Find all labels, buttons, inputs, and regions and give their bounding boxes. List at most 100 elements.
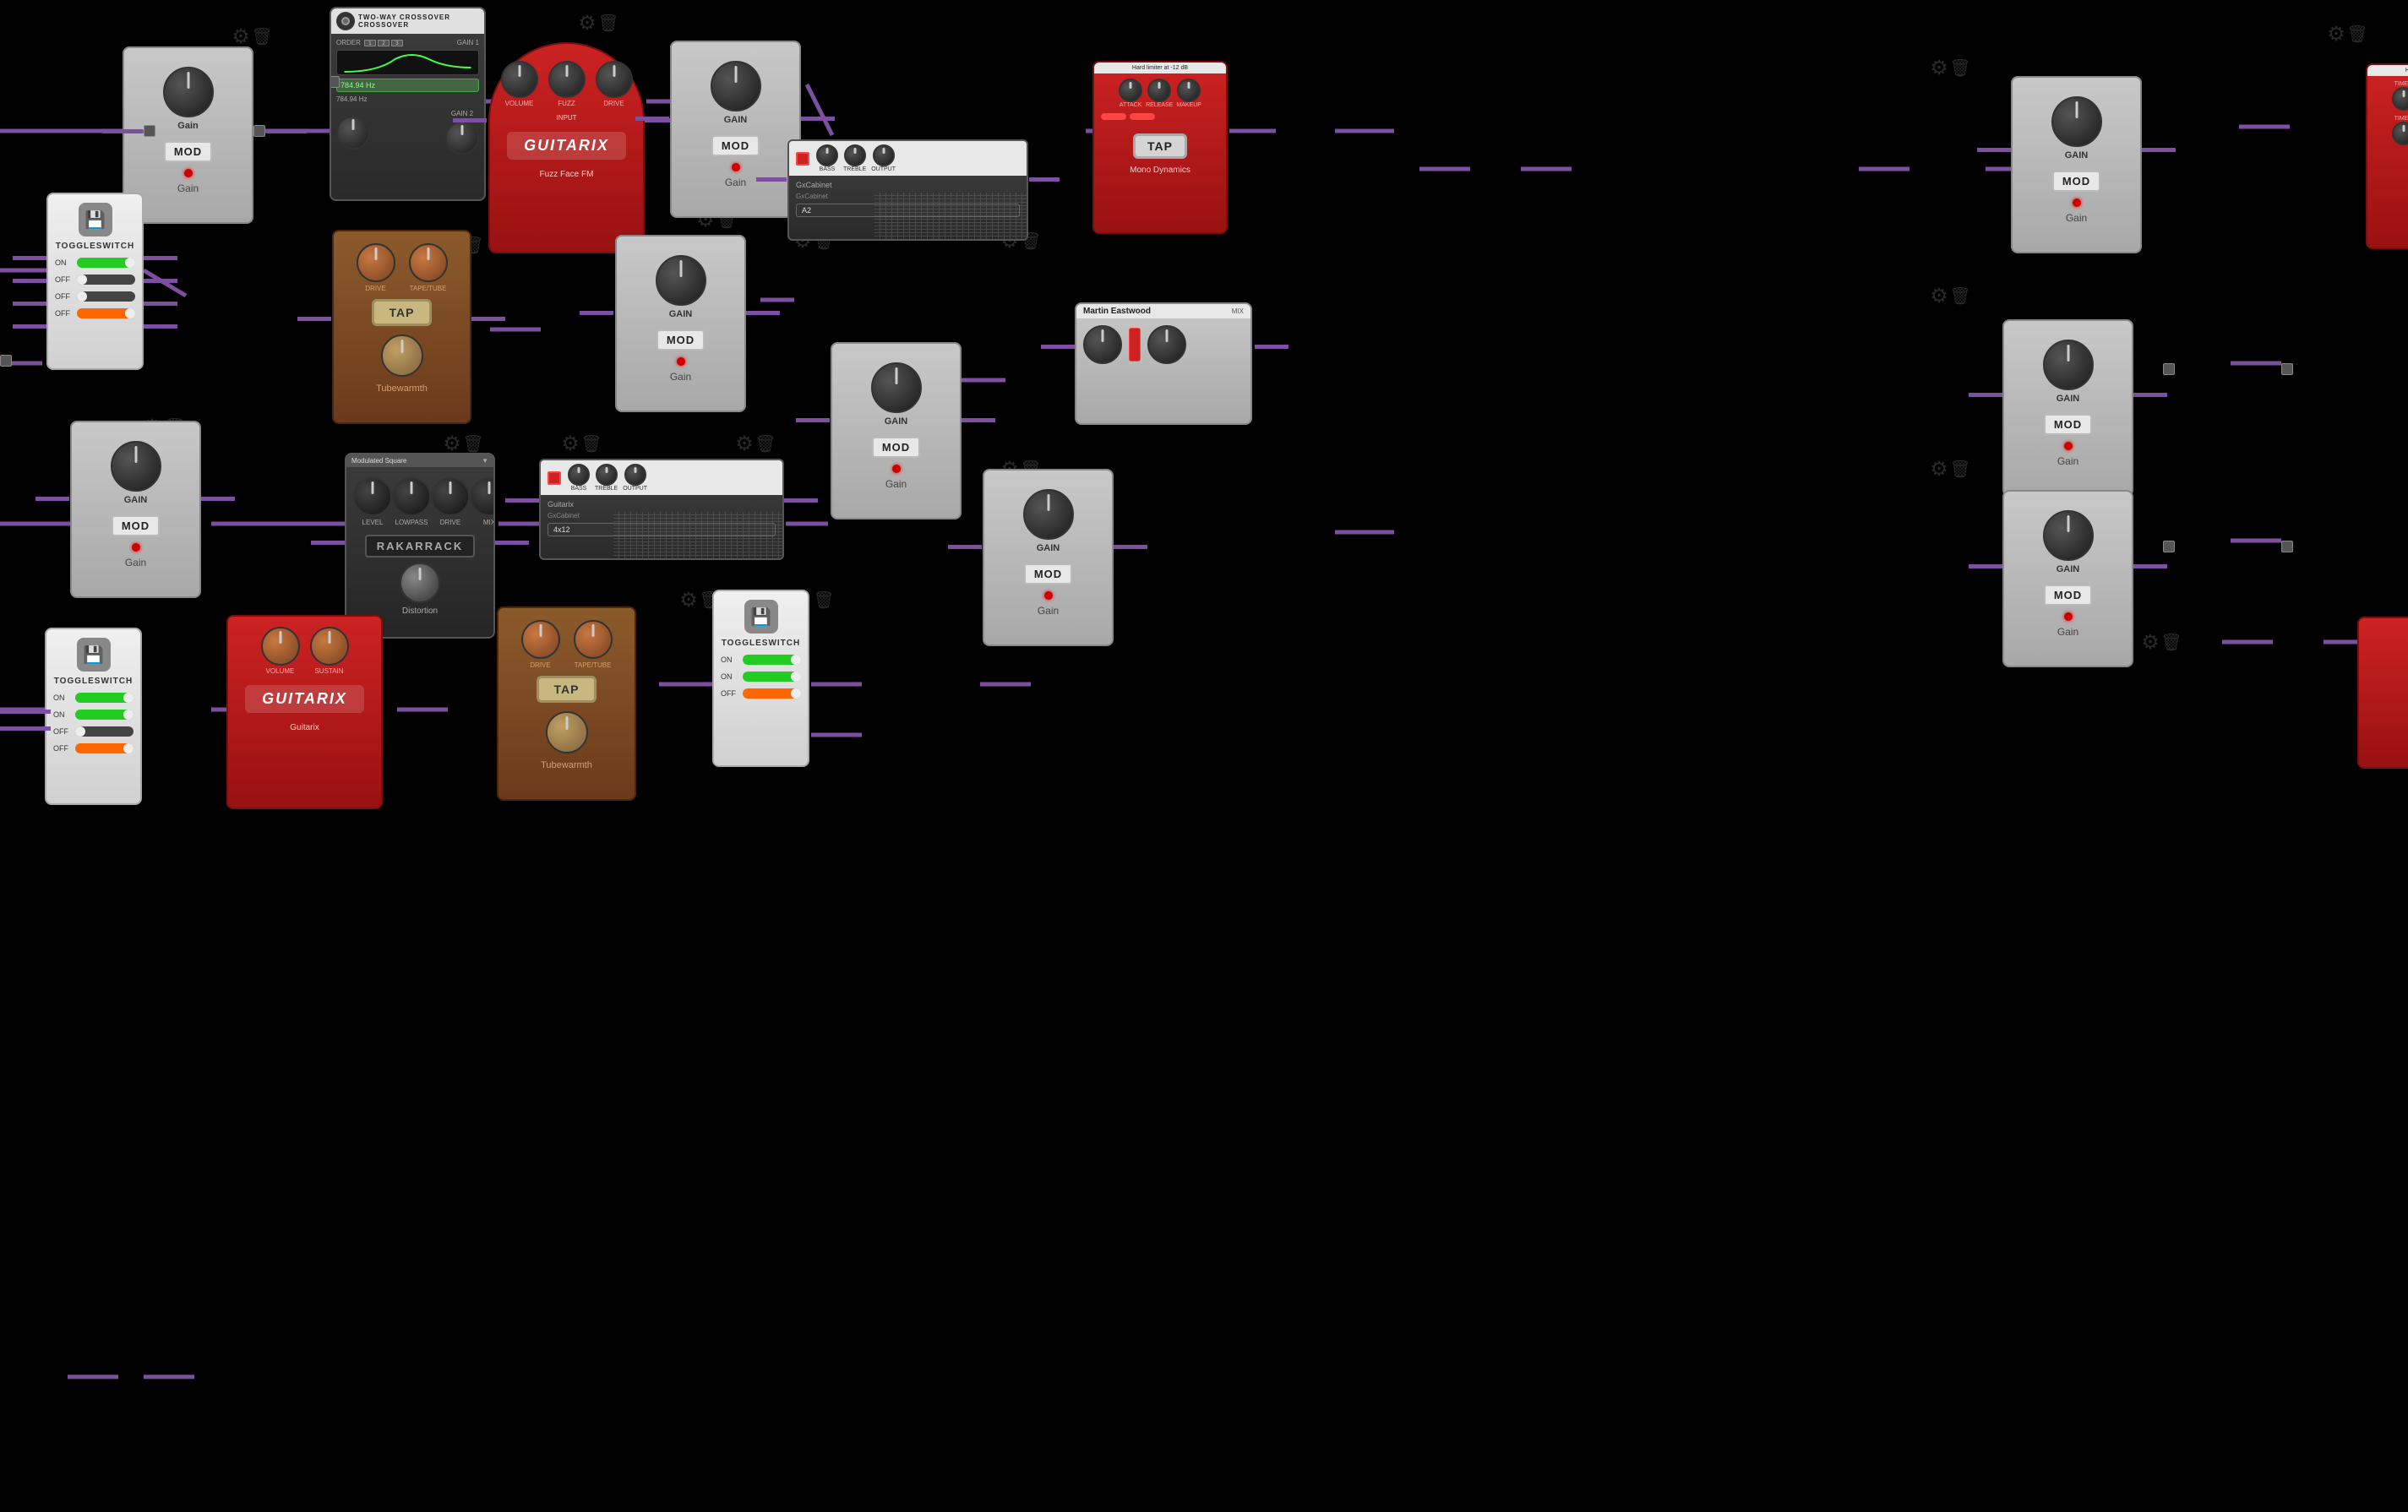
tube-drive-knob[interactable] (357, 243, 395, 282)
toggle1-input-2[interactable] (13, 279, 46, 283)
dynamics-tap-button[interactable]: TAP (1133, 133, 1187, 159)
trash-icon[interactable]: 🗑 (753, 431, 778, 456)
gain-knob-6[interactable] (1023, 489, 1074, 540)
jack-connector[interactable] (2163, 541, 2175, 552)
gainr2-output[interactable] (2133, 393, 2167, 397)
fuzz-fuzz-knob[interactable] (548, 61, 586, 98)
crossover-knob-1[interactable] (336, 116, 370, 150)
martin-knob-2[interactable] (1147, 325, 1186, 364)
martin-output[interactable] (1255, 345, 1288, 349)
tube2-tape-knob[interactable] (574, 620, 613, 659)
gain-knob-r1[interactable] (2051, 96, 2102, 147)
trash-icon[interactable]: 🗑 (1948, 283, 1973, 308)
dist-lowpass-knob[interactable] (392, 477, 431, 516)
jack-connector[interactable] (2281, 541, 2293, 552)
mod-button-5[interactable]: MOD (112, 515, 160, 536)
fuzz-volume-knob[interactable] (501, 61, 538, 98)
mod-button-4[interactable]: MOD (872, 437, 920, 458)
trash-icon[interactable]: 🗑 (1948, 456, 1973, 481)
gain3-output[interactable] (746, 311, 780, 315)
gain-knob-3[interactable] (656, 255, 706, 306)
cab1-bass-knob[interactable] (816, 144, 838, 166)
gain2-input[interactable] (635, 117, 669, 121)
fuzz-input[interactable] (453, 118, 487, 122)
trash-icon[interactable]: 🗑 (249, 24, 275, 49)
tube1-output[interactable] (471, 317, 505, 321)
dist-mix-knob[interactable] (470, 477, 495, 516)
dynamics-makeup-knob[interactable] (1177, 79, 1201, 102)
dist-drive-knob[interactable] (431, 477, 470, 516)
mod-button-3[interactable]: MOD (656, 329, 705, 351)
toggle1-output-2[interactable] (144, 279, 177, 283)
delay-time1-knob[interactable] (2392, 87, 2408, 111)
gainr1-output[interactable] (2142, 148, 2176, 152)
toggle1-input-1[interactable] (13, 256, 46, 260)
toggle1-output-1[interactable] (144, 256, 177, 260)
cab2-bass-knob[interactable] (568, 464, 590, 486)
gain4-input[interactable] (796, 418, 830, 422)
cab2-output[interactable] (784, 498, 818, 503)
toggle1-input-3[interactable] (13, 302, 46, 306)
dynamics-release-knob[interactable] (1147, 79, 1171, 102)
mod-button-1[interactable]: MOD (164, 141, 212, 162)
mod-button-6[interactable]: MOD (1024, 563, 1072, 585)
tube-tap-button[interactable]: TAP (372, 299, 433, 326)
gainr3-output[interactable] (2133, 564, 2167, 568)
input-port-1[interactable] (101, 125, 155, 137)
gain3-input[interactable] (580, 311, 613, 315)
cab1-output[interactable] (1029, 177, 1060, 182)
trash-icon[interactable]: 🗑 (2345, 21, 2370, 46)
tube2-tap-button[interactable]: TAP (537, 676, 597, 703)
cab1-treble-knob[interactable] (844, 144, 866, 166)
gain-knob-2[interactable] (711, 61, 761, 111)
gain2-output[interactable] (801, 117, 835, 121)
gain-knob-r2[interactable] (2043, 340, 2094, 390)
trash-icon[interactable]: 🗑 (1948, 55, 1973, 80)
martin-knob-1[interactable] (1083, 325, 1122, 364)
trash-icon[interactable]: 🗑 (811, 587, 836, 612)
gain5-input[interactable] (35, 497, 69, 501)
mod-button-2[interactable]: MOD (711, 135, 760, 156)
output-port-1[interactable] (253, 125, 308, 137)
crossover-input[interactable] (330, 76, 340, 88)
cab1-input[interactable] (756, 177, 787, 182)
dynamics-attack-knob[interactable] (1119, 79, 1142, 102)
trash-icon[interactable]: 🗑 (579, 431, 604, 456)
tube2-drive-knob[interactable] (521, 620, 560, 659)
gainr2-input[interactable] (1969, 393, 2002, 397)
gain-knob-4[interactable] (871, 362, 922, 413)
dist-level-knob[interactable] (353, 477, 392, 516)
gain6-input[interactable] (948, 545, 982, 549)
dist-input[interactable] (311, 541, 345, 545)
gainr1-input[interactable] (1977, 148, 2011, 152)
gain-knob-1[interactable] (163, 67, 214, 117)
dist-output[interactable] (495, 541, 529, 545)
gain4-output[interactable] (962, 418, 995, 422)
cab2-input[interactable] (505, 498, 539, 503)
jack-connector[interactable] (2281, 363, 2293, 375)
crossover-knob-2[interactable] (445, 121, 479, 155)
gain6-output[interactable] (1114, 545, 1147, 549)
gain5-output[interactable] (201, 497, 235, 501)
mod-button-r3[interactable]: MOD (2044, 585, 2092, 606)
tube-tape-knob[interactable] (409, 243, 448, 282)
guitarix-vol-knob[interactable] (261, 627, 300, 666)
martin-input[interactable] (1041, 345, 1075, 349)
toggle1-input-4[interactable] (13, 324, 46, 329)
tube-foot-knob[interactable] (381, 334, 423, 377)
fuzz-drive-knob[interactable] (596, 61, 633, 98)
cab1-output-knob[interactable] (873, 144, 895, 166)
cab2-treble-knob[interactable] (596, 464, 618, 486)
toggle1-output-3[interactable] (144, 302, 177, 306)
jack-connector[interactable] (2163, 363, 2175, 375)
delay-time2-knob[interactable] (2392, 122, 2408, 145)
tube1-input[interactable] (297, 317, 331, 321)
trash-icon[interactable]: 🗑 (596, 10, 621, 35)
gain-knob-r3[interactable] (2043, 510, 2094, 561)
mod-button-r2[interactable]: MOD (2044, 414, 2092, 435)
gainr3-input[interactable] (1969, 564, 2002, 568)
jack-connector-left[interactable] (0, 355, 12, 367)
cab2-output-knob[interactable] (624, 464, 646, 486)
dist-foot-knob[interactable] (400, 563, 440, 603)
mod-button-r1[interactable]: MOD (2052, 171, 2100, 192)
